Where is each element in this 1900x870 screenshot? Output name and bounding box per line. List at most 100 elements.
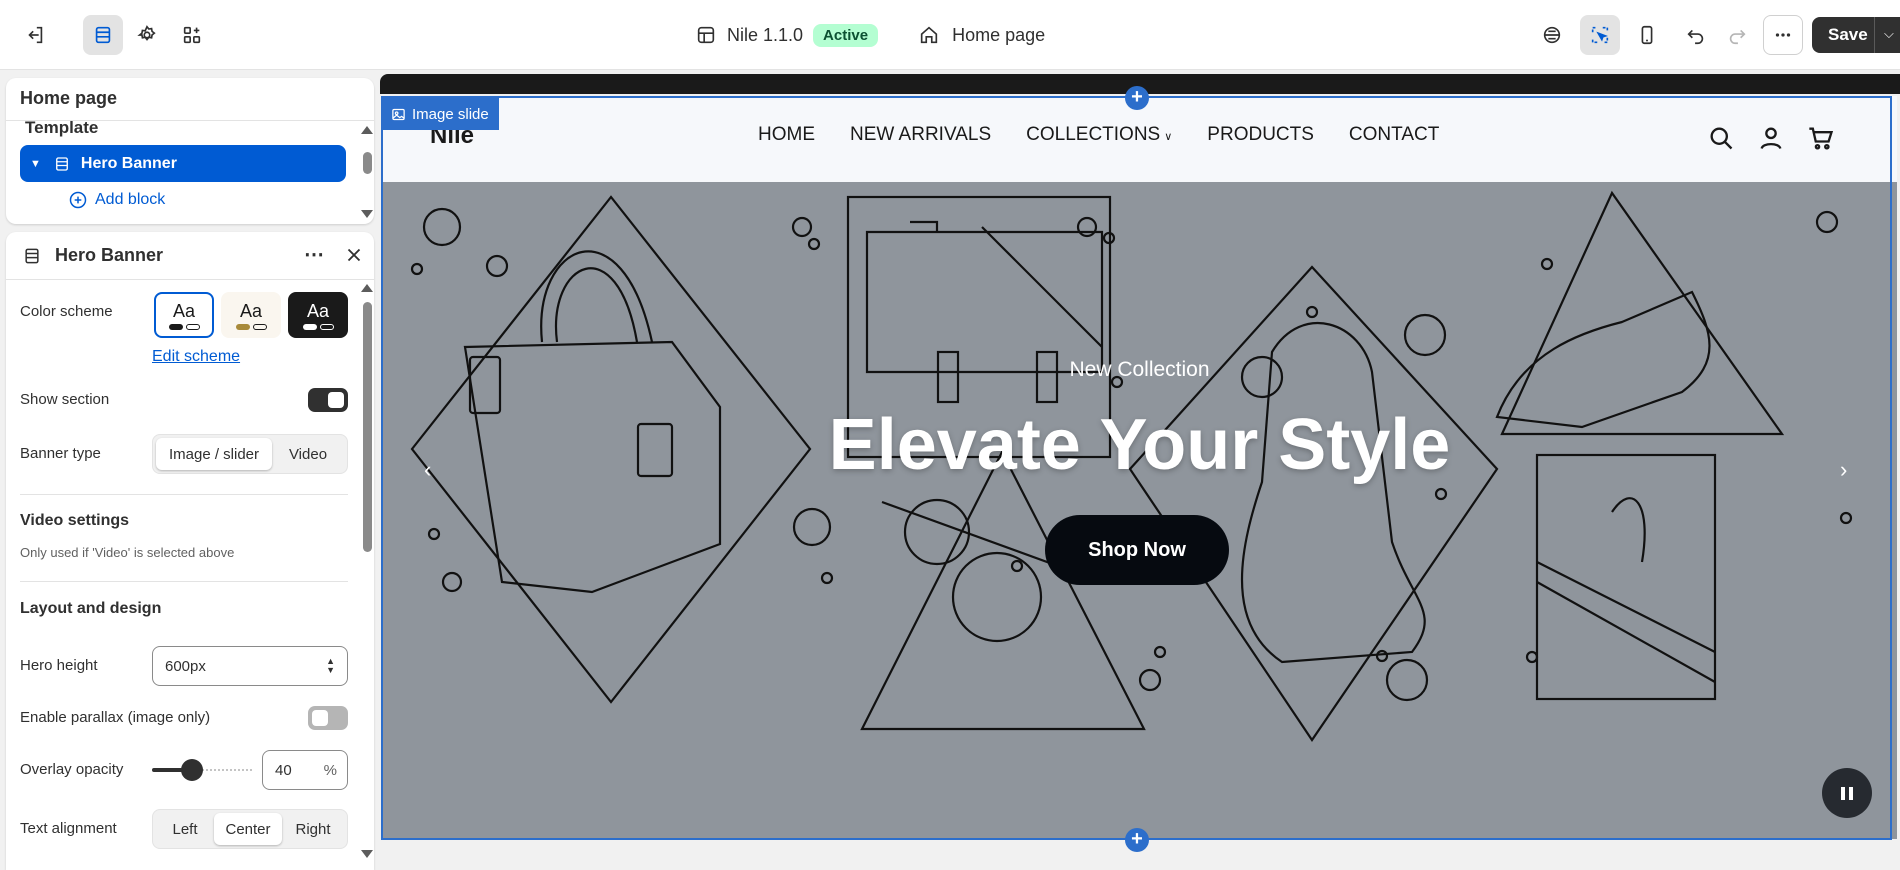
nav-item-new-arrivals[interactable]: NEW ARRIVALS — [850, 124, 991, 146]
hero-height-select[interactable]: 600px ▲ ▼ — [152, 646, 348, 686]
color-scheme-swatch-3[interactable]: Aa — [288, 292, 348, 338]
exit-icon[interactable] — [15, 15, 55, 55]
plus-circle-icon — [69, 191, 87, 209]
add-section-below-icon[interactable]: + — [1125, 828, 1149, 852]
hero-height-value: 600px — [165, 657, 206, 675]
main-nav: HOME NEW ARRIVALS COLLECTIONS ∨ PRODUCTS … — [758, 124, 1439, 146]
slider-prev-arrow-icon[interactable]: ‹ — [424, 457, 431, 483]
banner-type-segmented: Image / slider Video — [152, 434, 348, 474]
inspector-icon[interactable] — [1532, 15, 1572, 55]
image-icon — [392, 108, 405, 120]
editor-topbar: Nile 1.1.0 Active Home page Save ⌵ — [0, 0, 1900, 70]
theme-status-badge: Active — [813, 23, 879, 47]
scrollbar-thumb[interactable] — [363, 152, 372, 174]
swatch-label: Aa — [306, 300, 330, 321]
banner-type-label: Banner type — [20, 445, 101, 462]
section-settings-panel: Hero Banner ⋯ Color scheme Aa Aa Aa Edit… — [6, 232, 374, 870]
save-button-label: Save — [1828, 25, 1868, 44]
nav-item-contact[interactable]: CONTACT — [1349, 124, 1439, 146]
slider-pause-icon[interactable] — [1822, 768, 1872, 818]
nav-item-collections[interactable]: COLLECTIONS ∨ — [1026, 124, 1172, 146]
chevron-down-icon: ∨ — [1164, 131, 1173, 143]
save-options-chevron-icon[interactable]: ⌵ — [1884, 26, 1894, 42]
select-cursor-icon[interactable] — [1580, 15, 1620, 55]
video-settings-help: Only used if 'Video' is selected above — [20, 545, 235, 560]
sections-icon[interactable] — [83, 15, 123, 55]
redo-icon[interactable] — [1717, 15, 1757, 55]
hero-illustration-image — [410, 190, 1853, 742]
add-block-label: Add block — [95, 191, 166, 208]
section-item-label: Hero Banner — [80, 154, 177, 172]
layout-heading: Layout and design — [20, 600, 162, 617]
mobile-preview-icon[interactable] — [1627, 15, 1667, 55]
settings-gear-icon[interactable] — [127, 15, 167, 55]
panel-title: Home page — [20, 88, 118, 108]
overlay-opacity-label: Overlay opacity — [20, 761, 124, 778]
shop-now-button[interactable]: Shop Now — [1045, 515, 1229, 585]
scroll-up-arrow[interactable] — [361, 284, 373, 292]
close-icon[interactable] — [343, 244, 365, 266]
settings-title: Hero Banner — [55, 245, 164, 265]
align-center-option[interactable]: Center — [214, 813, 282, 845]
scroll-down-arrow[interactable] — [361, 850, 373, 858]
more-options-icon[interactable]: ⋯ — [304, 242, 325, 267]
slider-handle[interactable] — [181, 759, 203, 781]
divider — [20, 581, 348, 582]
theme-icon — [695, 24, 727, 46]
selection-tag[interactable]: Image slide — [383, 98, 499, 130]
select-arrows-icon: ▲ ▼ — [326, 656, 335, 675]
nav-item-products[interactable]: PRODUCTS — [1207, 124, 1314, 146]
scroll-down-arrow[interactable] — [361, 210, 373, 218]
hero-subheading: New Collection — [1069, 358, 1210, 381]
page-selector[interactable]: Home page — [918, 24, 1045, 46]
overlay-opacity-slider[interactable] — [152, 759, 252, 781]
search-icon[interactable] — [1707, 124, 1735, 152]
template-heading: Template — [25, 118, 99, 137]
hero-banner[interactable]: New Collection Elevate Your Style Shop N… — [382, 182, 1897, 839]
nav-item-home[interactable]: HOME — [758, 124, 815, 146]
slider-track-rest — [202, 769, 252, 771]
banner-type-image-slider[interactable]: Image / slider — [156, 438, 272, 470]
edit-scheme-link[interactable]: Edit scheme — [152, 348, 240, 366]
banner-type-video[interactable]: Video — [272, 438, 344, 470]
overlay-opacity-input[interactable]: 40 % — [262, 750, 348, 790]
nav-item-collections-label: COLLECTIONS — [1026, 124, 1161, 145]
align-right-option[interactable]: Right — [282, 813, 344, 845]
show-section-toggle[interactable] — [308, 388, 348, 412]
home-icon — [920, 26, 938, 44]
parallax-label: Enable parallax (image only) — [20, 709, 211, 726]
video-settings-heading: Video settings — [20, 512, 130, 529]
cart-icon[interactable] — [1807, 124, 1835, 152]
add-section-above-icon[interactable]: + — [1125, 86, 1149, 110]
swatch-label: Aa — [239, 300, 263, 321]
selection-tag-label: Image slide — [412, 105, 489, 123]
text-alignment-label: Text alignment — [20, 820, 117, 837]
chevron-down-icon[interactable]: ▼ — [30, 158, 41, 170]
swatch-label: Aa — [172, 300, 196, 321]
settings-header: Hero Banner ⋯ — [6, 232, 374, 280]
theme-name: Nile 1.1.0 — [727, 24, 804, 45]
account-icon[interactable] — [1757, 124, 1785, 152]
save-divider — [1874, 17, 1875, 53]
divider — [20, 494, 348, 495]
color-scheme-swatch-2[interactable]: Aa — [221, 292, 281, 338]
sections-panel: Home page Template ▼ Hero Banner Add blo… — [6, 78, 374, 224]
color-scheme-swatch-1[interactable]: Aa — [154, 292, 214, 338]
page-selector-label: Home page — [952, 24, 1046, 45]
scroll-up-arrow[interactable] — [361, 126, 373, 134]
hero-height-label: Hero height — [20, 657, 98, 674]
section-icon — [25, 248, 39, 264]
align-left-option[interactable]: Left — [156, 813, 214, 845]
apps-icon[interactable] — [172, 15, 212, 55]
scrollbar-thumb[interactable] — [363, 302, 372, 552]
show-section-label: Show section — [20, 391, 110, 408]
section-item-hero-banner[interactable]: ▼ Hero Banner — [20, 145, 346, 182]
slider-next-arrow-icon[interactable]: › — [1840, 457, 1847, 483]
section-icon — [55, 156, 68, 171]
color-scheme-label: Color scheme — [20, 303, 113, 320]
parallax-toggle[interactable] — [308, 706, 348, 730]
undo-icon[interactable] — [1676, 15, 1716, 55]
add-block-button[interactable]: Add block — [68, 190, 165, 210]
overlay-opacity-unit: % — [323, 761, 337, 779]
more-actions-icon[interactable] — [1763, 15, 1803, 55]
